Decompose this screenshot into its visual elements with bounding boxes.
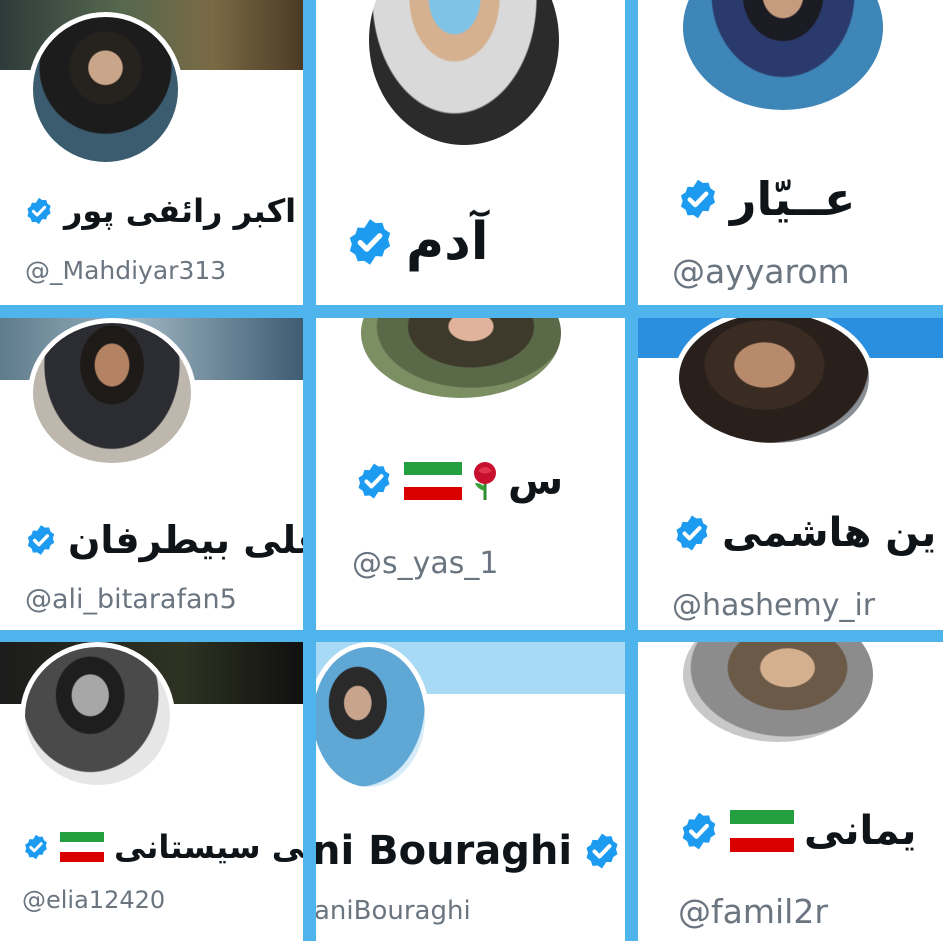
profile-card-5[interactable]: س @s_yas_1 [316, 318, 625, 630]
profile-card-2[interactable]: آدم [316, 0, 625, 305]
profile-card-7[interactable]: لی سیستانی @elia12420 [0, 642, 303, 941]
display-name[interactable]: آدم [344, 212, 489, 272]
display-name-text: لی سیستانی [114, 828, 303, 866]
avatar[interactable] [316, 642, 430, 792]
iran-flag-icon [60, 832, 104, 862]
verified-badge-icon [676, 515, 708, 551]
avatar[interactable] [674, 318, 874, 448]
username[interactable]: @elia12420 [22, 886, 165, 914]
avatar[interactable] [678, 0, 888, 115]
display-name-text: علی بیطرفان [68, 518, 303, 562]
avatar[interactable] [28, 318, 196, 468]
verified-badge-icon [680, 179, 716, 219]
display-name-text: س [508, 458, 564, 504]
profile-card-8[interactable]: ni Bouraghi aniBouraghi [316, 642, 625, 941]
verified-badge-icon [358, 463, 390, 499]
profile-card-3[interactable]: عــیّار @ayyarom [638, 0, 943, 305]
verified-badge-icon [27, 197, 51, 225]
rose-icon [472, 461, 498, 501]
display-name[interactable]: ین هاشمی [672, 510, 936, 556]
iran-flag-icon [730, 810, 794, 852]
display-name[interactable]: عــیّار [676, 172, 855, 226]
username[interactable]: @famil2r [678, 892, 828, 931]
profile-card-1[interactable]: اکبر رائفی پور @_Mahdiyar313 [0, 0, 303, 305]
display-name[interactable]: س [354, 458, 563, 504]
iran-flag-icon [404, 462, 462, 500]
verified-badge-icon [25, 834, 47, 860]
username[interactable]: @ayyarom [672, 252, 850, 291]
avatar[interactable] [364, 0, 564, 150]
display-name-text: یمانی [804, 808, 917, 854]
display-name-text: اکبر رائفی پور [64, 192, 297, 230]
profile-card-9[interactable]: یمانی @famil2r [638, 642, 943, 941]
username[interactable]: @ali_bitarafan5 [25, 584, 237, 615]
profile-card-6[interactable]: ین هاشمی @hashemy_ir [638, 318, 943, 630]
display-name[interactable]: ni Bouraghi [316, 828, 622, 874]
verified-badge-icon [682, 812, 716, 850]
verified-badge-icon [349, 219, 391, 265]
display-name[interactable]: یمانی [678, 808, 916, 854]
username[interactable]: @s_yas_1 [352, 546, 498, 581]
display-name-text: آدم [406, 212, 489, 272]
display-name[interactable]: لی سیستانی [22, 828, 303, 866]
display-name[interactable]: علی بیطرفان [24, 518, 303, 562]
display-name-text: عــیّار [730, 172, 856, 226]
display-name-text: ni Bouraghi [316, 828, 573, 874]
avatar[interactable] [678, 642, 878, 747]
username[interactable]: @_Mahdiyar313 [25, 256, 226, 285]
avatar[interactable] [356, 318, 566, 403]
avatar[interactable] [20, 642, 175, 790]
username[interactable]: aniBouraghi [316, 896, 471, 926]
profile-card-4[interactable]: علی بیطرفان @ali_bitarafan5 [0, 318, 303, 630]
username[interactable]: @hashemy_ir [672, 588, 875, 623]
avatar[interactable] [28, 12, 183, 167]
verified-badge-icon [27, 525, 55, 555]
display-name-text: ین هاشمی [722, 510, 937, 556]
display-name[interactable]: اکبر رائفی پور [24, 192, 296, 230]
verified-badge-icon [586, 833, 618, 869]
